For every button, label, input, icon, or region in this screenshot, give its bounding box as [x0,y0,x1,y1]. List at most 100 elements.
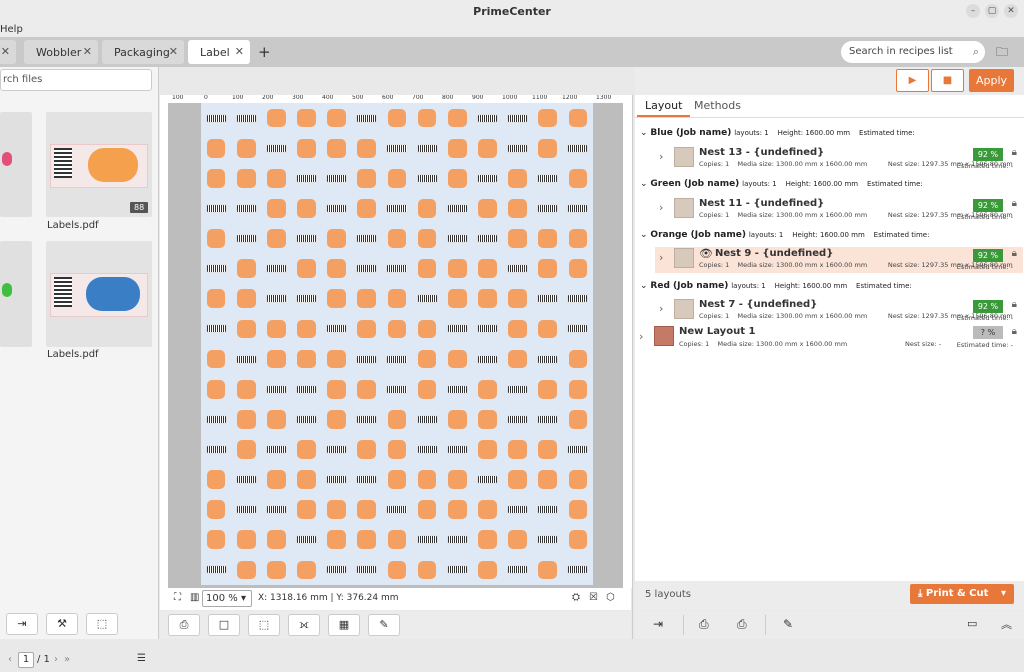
orange-label [538,560,558,580]
apply-button[interactable]: Apply [969,69,1014,92]
printer-search-icon[interactable]: ⎙ [737,617,747,632]
collapse-icon[interactable]: ⌄ [640,230,648,240]
close-window-icon[interactable]: ✕ [1004,4,1018,18]
tab-wobbler[interactable]: Wobbler ✕ [24,40,98,64]
orange-label [447,409,467,429]
close-tab-icon[interactable]: ✕ [1,45,10,58]
window-icon[interactable]: ▭ [967,617,977,630]
nest-row[interactable]: › Nest 13 - {undefined} Copies: 1 Media … [655,146,1023,172]
next-page-icon[interactable]: › [54,654,58,665]
barcode-label [507,113,529,123]
barcode-label [416,173,438,183]
orange-label [478,138,497,158]
add-tab-icon[interactable]: + [258,43,271,61]
job-header[interactable]: ⌄ Green (Job name) layouts: 1 Height: 16… [640,179,923,189]
orange-label [357,168,377,188]
orange-label [387,289,407,309]
file-thumbnail[interactable] [0,112,32,217]
orange-label [357,379,377,399]
lock-icon[interactable]: 🔒︎ [1012,299,1017,310]
fit-icon[interactable]: ⛶ [174,592,181,603]
panel-divider[interactable] [158,67,159,639]
nest-row-selected[interactable]: › 👁︎ Nest 9 - {undefined} Copies: 1 Medi… [655,247,1023,273]
orange-label [236,440,256,459]
layout-row[interactable]: › New Layout 1 Copies: 1 Media size: 130… [636,324,1023,350]
orange-label [478,289,497,309]
file-thumbnail[interactable] [46,241,152,347]
print-preview-icon[interactable]: ⎙ [168,614,200,636]
paint-bucket-icon[interactable]: ⛭ [572,592,580,603]
barcode-label [295,384,318,394]
orange-label [568,229,588,248]
close-tab-icon[interactable]: ✕ [83,45,92,58]
expand-icon[interactable]: › [639,330,643,343]
barcode-label [386,354,408,364]
lock-icon[interactable]: 🔒︎ [1012,326,1017,337]
play-button[interactable]: ▶ [896,69,929,92]
prev-page-icon[interactable]: ‹ [8,654,12,665]
pen-icon[interactable]: ✎ [783,617,793,631]
barcode-label [265,264,287,274]
zoom-select[interactable]: 100 % ▾ [202,590,252,607]
select-area-icon[interactable]: ⬚ [86,613,118,635]
job-header[interactable]: ⌄ Orange (Job name) layouts: 1 Height: 1… [640,230,929,240]
tab-packaging[interactable]: Packaging ✕ [102,40,184,64]
expand-icon[interactable]: › [659,251,663,264]
barcode-label [326,324,348,334]
nest-row[interactable]: › Nest 11 - {undefined} Copies: 1 Media … [655,197,1023,223]
job-header[interactable]: ⌄ Blue (Job name) layouts: 1 Height: 160… [640,128,915,138]
stop-button[interactable]: ■ [931,69,964,92]
close-box-icon[interactable]: ☒ [589,592,598,603]
print-cut-button[interactable]: ⤓ Print & Cut ▾ [910,584,1014,604]
last-page-icon[interactable]: » [64,654,70,665]
barcode-label [356,113,378,123]
recipes-search-input[interactable]: Search in recipes list ⌕ [841,41,985,63]
export-icon[interactable]: ⇥ [6,613,38,635]
barcode-label [386,264,408,274]
mirror-icon[interactable]: ⟗ [288,614,320,636]
layout-grid-icon[interactable]: ▦ [328,614,360,636]
tab-label[interactable]: Label ✕ [188,40,250,64]
barcode-label [265,444,287,454]
barcode-label [356,234,378,244]
expand-icon[interactable]: › [659,201,663,214]
crop-icon[interactable]: ⬚ [248,614,280,636]
tools-icon[interactable]: ⚒ [46,613,78,635]
list-view-icon[interactable]: ☰ [137,653,146,664]
files-search-input[interactable]: rch files [0,69,152,91]
printer-icon[interactable]: ⎙ [699,617,709,632]
lock-icon[interactable]: 🔒︎ [1012,248,1017,259]
file-thumbnail[interactable] [0,241,32,347]
menu-help[interactable]: Help [0,24,23,35]
orange-label [357,500,377,520]
collapse-icon[interactable]: ⌄ [640,281,648,291]
tab-methods[interactable]: Methods [686,97,749,117]
close-tab-icon[interactable]: ✕ [169,45,178,58]
nest-sheet[interactable] [201,103,593,585]
close-tab-icon[interactable]: ✕ [235,45,244,58]
file-thumbnail[interactable]: 88 [46,112,152,217]
columns-icon[interactable]: ▥ [190,592,199,603]
tab-partial[interactable]: ✕ [0,40,16,64]
lock-icon[interactable]: 🔒︎ [1012,147,1017,158]
collapse-up-icon[interactable]: ︽ [1001,616,1012,632]
maximize-icon[interactable]: ▢ [985,4,999,18]
nest-row[interactable]: › Nest 7 - {undefined} Copies: 1 Media s… [655,298,1023,324]
rectangle-icon[interactable]: □ [208,614,240,636]
export-icon[interactable]: ⇥ [653,617,663,631]
collapse-icon[interactable]: ⌄ [640,179,648,189]
panel-divider[interactable] [632,95,633,639]
expand-icon[interactable]: › [659,150,663,163]
chevron-down-icon[interactable]: ▾ [1001,584,1006,604]
expand-icon[interactable]: › [659,302,663,315]
eye-icon[interactable]: 👁︎ [699,247,713,260]
pen-icon[interactable]: ✎ [368,614,400,636]
folder-settings-icon[interactable]: 🗀 [996,43,1014,61]
tab-layout[interactable]: Layout [637,97,691,117]
minimize-icon[interactable]: – [966,4,980,18]
job-header[interactable]: ⌄ Red (Job name) layouts: 1 Height: 1600… [640,281,912,291]
collapse-icon[interactable]: ⌄ [640,128,648,138]
page-input[interactable]: 1 [18,652,34,668]
lock-icon[interactable]: 🔒︎ [1012,198,1017,209]
cube-icon[interactable]: ⬡ [606,592,615,603]
